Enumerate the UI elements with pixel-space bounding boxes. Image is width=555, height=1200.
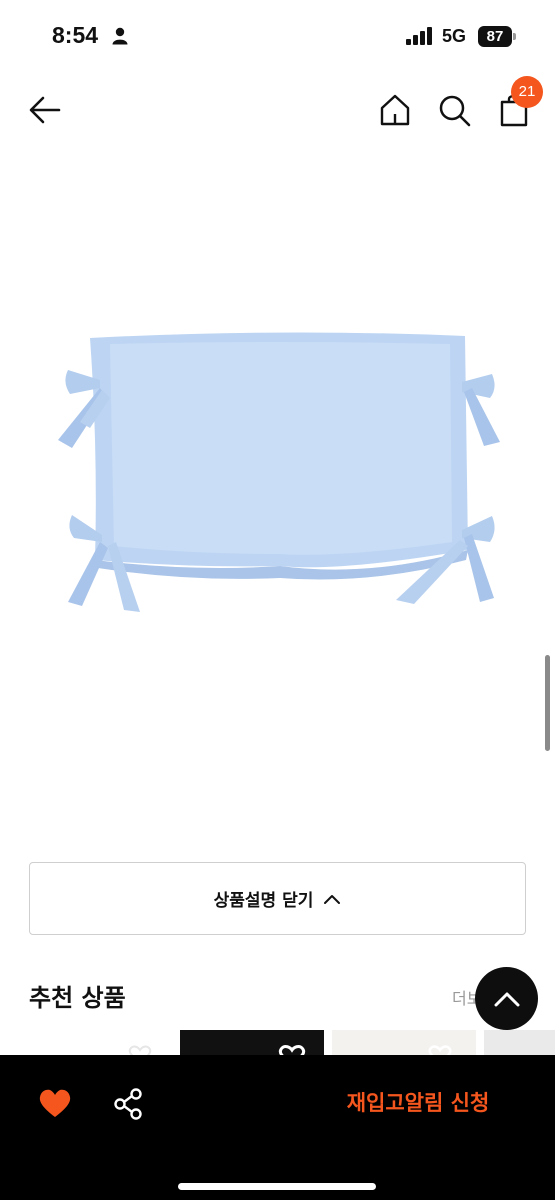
restock-alert-button[interactable]: 재입고알림 신청 [318, 1083, 518, 1123]
product-image[interactable] [40, 310, 520, 630]
battery-nub [513, 33, 516, 40]
cart-count-badge[interactable]: 21 [511, 76, 543, 108]
status-bar: 8:54 5G 87 [0, 0, 555, 72]
recommended-title: 추천 상품 [29, 984, 126, 1012]
share-icon[interactable] [113, 1088, 143, 1120]
status-time: 8:54 [52, 22, 99, 48]
battery-icon: 87 [478, 26, 512, 47]
scrollbar[interactable] [545, 655, 550, 751]
bottom-action-bar: 재입고알림 신청 [0, 1055, 555, 1200]
home-indicator [178, 1183, 376, 1190]
network-type: 5G [442, 26, 467, 46]
heart-icon[interactable] [38, 1087, 72, 1119]
back-arrow-icon[interactable] [27, 92, 63, 128]
chevron-up-icon [494, 992, 519, 1006]
search-icon[interactable] [436, 92, 472, 128]
chevron-up-icon [324, 894, 341, 904]
person-icon [112, 27, 128, 45]
battery-level: 87 [486, 28, 504, 45]
signal-icon [406, 27, 434, 45]
scroll-to-top-button[interactable] [475, 967, 538, 1030]
home-icon[interactable] [377, 92, 413, 128]
close-description-label: 상품설명 닫기 [213, 891, 314, 911]
header [0, 72, 555, 148]
close-description-button[interactable]: 상품설명 닫기 [29, 862, 526, 935]
